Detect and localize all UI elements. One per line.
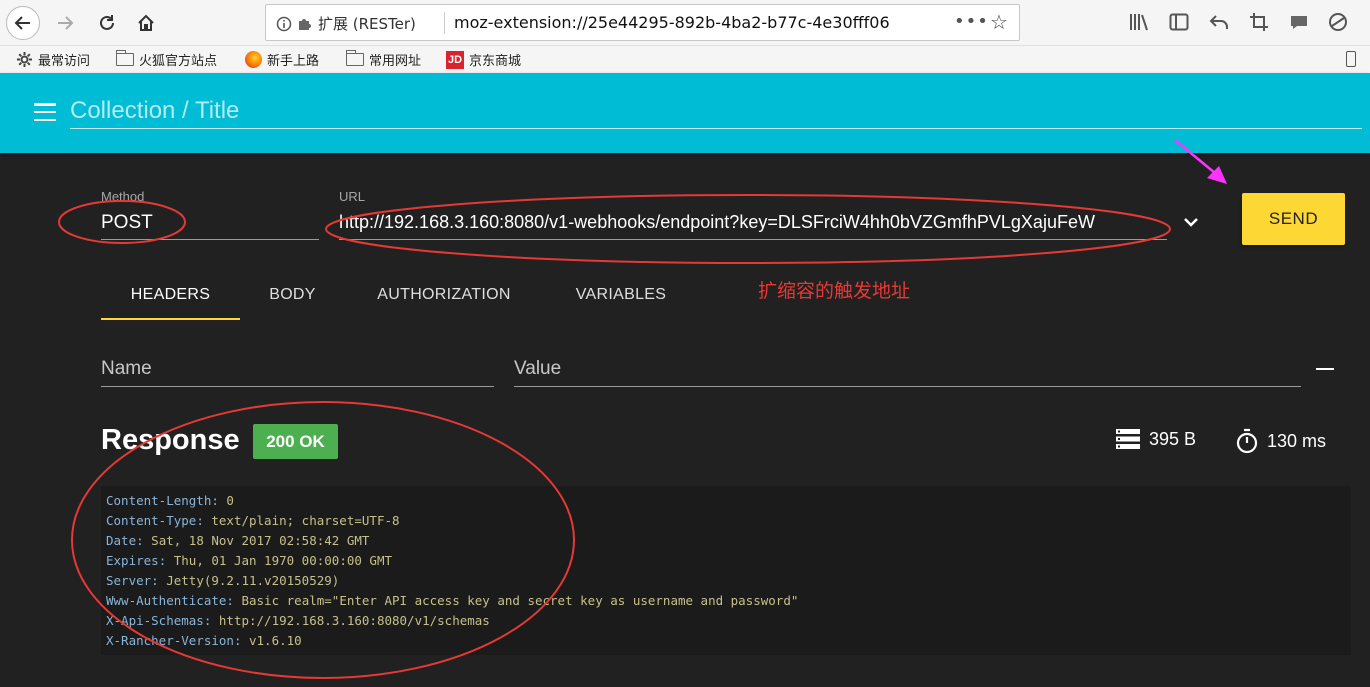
url-divider — [444, 12, 445, 34]
folder-icon — [345, 50, 364, 66]
home-icon — [138, 14, 154, 31]
response-header-line: Date: Sat, 18 Nov 2017 02:58:42 GMT — [106, 533, 370, 548]
header-value-underline — [514, 386, 1301, 387]
response-header-line: X-Rancher-Version: v1.6.10 — [106, 633, 302, 648]
chevron-down-icon[interactable] — [1180, 212, 1202, 232]
tab-headers[interactable]: HEADERS — [101, 270, 240, 320]
response-time: 130 ms — [1235, 428, 1326, 454]
header-name-input[interactable]: Name — [101, 358, 152, 380]
response-header-key: X-Api-Schemas — [106, 613, 204, 628]
app-header: Collection / Title — [0, 73, 1370, 153]
header-name-underline — [101, 386, 494, 387]
response-headers-panel: Content-Length: 0 Content-Type: text/plai… — [101, 486, 1351, 655]
bookmark-label: 火狐官方站点 — [139, 54, 218, 69]
response-header-value: 0 — [226, 493, 234, 508]
home-button[interactable] — [129, 6, 163, 40]
identity-label: 扩展 (RESTer) — [318, 15, 416, 33]
response-header-key: Date — [106, 533, 137, 548]
bookmark-getting-started[interactable]: 新手上路 — [245, 50, 319, 69]
bookmark-star-icon[interactable]: ☆ — [990, 10, 1008, 34]
response-header-line: X-Api-Schemas: http://192.168.3.160:8080… — [106, 613, 490, 628]
timer-icon — [1236, 428, 1258, 454]
url-label: URL — [339, 189, 366, 204]
chat-icon[interactable] — [1287, 10, 1311, 34]
bookmark-common-sites[interactable]: 常用网址 — [345, 50, 422, 69]
jd-icon: JD — [446, 50, 464, 69]
response-header-key: Expires — [106, 553, 159, 568]
remove-header-button[interactable] — [1316, 359, 1334, 379]
send-button[interactable]: SEND — [1242, 193, 1345, 245]
response-header-value: text/plain; charset=UTF-8 — [211, 513, 400, 528]
method-label: Method — [101, 189, 145, 204]
forward-button[interactable] — [48, 6, 82, 40]
response-header-value: Thu, 01 Jan 1970 00:00:00 GMT — [173, 553, 392, 568]
mobile-bookmarks-icon[interactable] — [1346, 51, 1356, 67]
extension-globe-icon[interactable] — [1326, 10, 1350, 34]
firefox-icon — [245, 51, 262, 68]
response-size: 395 B — [1115, 428, 1196, 450]
method-underline — [101, 239, 319, 240]
response-size-value: 395 B — [1149, 428, 1197, 449]
status-badge: 200 OK — [253, 424, 338, 459]
address-bar[interactable]: 扩展 (RESTer) moz-extension://25e44295-892… — [265, 4, 1020, 41]
tab-authorization[interactable]: AUTHORIZATION — [345, 270, 543, 320]
response-header-line: Expires: Thu, 01 Jan 1970 00:00:00 GMT — [106, 553, 392, 568]
response-header-line: Content-Type: text/plain; charset=UTF-8 — [106, 513, 400, 528]
bookmark-most-visited[interactable]: 最常访问 — [16, 50, 90, 69]
tab-variables[interactable]: VARIABLES — [543, 270, 699, 320]
undo-icon[interactable] — [1207, 10, 1231, 34]
header-value-input[interactable]: Value — [514, 358, 561, 380]
response-header-value: Sat, 18 Nov 2017 02:58:42 GMT — [151, 533, 370, 548]
response-header-key: Server — [106, 573, 152, 588]
arrow-left-icon — [14, 16, 30, 30]
identity-box[interactable]: 扩展 (RESTer) — [276, 13, 416, 34]
folder-icon — [115, 50, 134, 66]
active-tab-indicator — [101, 318, 240, 320]
response-header-key: X-Rancher-Version — [106, 633, 234, 648]
crop-icon[interactable] — [1247, 10, 1271, 34]
response-header-value: http://192.168.3.160:8080/v1/schemas — [218, 613, 490, 628]
url-input[interactable]: http://192.168.3.160:8080/v1-webhooks/en… — [339, 212, 1167, 233]
menu-icon[interactable] — [34, 103, 56, 121]
reload-icon — [100, 15, 114, 30]
url-underline — [339, 239, 1167, 240]
response-header-value: v1.6.10 — [249, 633, 302, 648]
method-select[interactable]: POST — [101, 212, 153, 234]
page-actions-button[interactable]: ••• — [954, 11, 989, 32]
tab-body[interactable]: BODY — [240, 270, 345, 320]
browser-toolbar: 扩展 (RESTer) moz-extension://25e44295-892… — [0, 0, 1370, 46]
storage-icon — [1116, 429, 1140, 449]
bookmarks-toolbar: 最常访问 火狐官方站点 新手上路 常用网址 JD 京东商城 — [0, 46, 1370, 73]
bookmark-jd[interactable]: JD 京东商城 — [446, 50, 521, 69]
bookmark-label: 常用网址 — [369, 54, 422, 69]
back-button[interactable] — [6, 6, 40, 40]
response-time-value: 130 ms — [1267, 430, 1327, 451]
annotation-note: 扩缩容的触发地址 — [758, 280, 911, 302]
library-icon[interactable] — [1128, 10, 1152, 34]
response-header-value: Basic realm="Enter API access key and se… — [241, 593, 799, 608]
puzzle-icon — [299, 18, 311, 30]
arrow-right-icon — [58, 16, 74, 30]
response-header-value: Jetty(9.2.11.v20150529) — [166, 573, 340, 588]
response-title: Response — [101, 424, 240, 456]
bookmark-label: 京东商城 — [469, 54, 522, 69]
info-icon — [276, 16, 292, 31]
reload-button[interactable] — [90, 6, 124, 40]
sidebar-icon[interactable] — [1167, 10, 1191, 34]
arrow-head-annotation — [1207, 166, 1227, 184]
response-header-line: Www-Authenticate: Basic realm="Enter API… — [106, 593, 799, 608]
bookmark-label: 新手上路 — [267, 54, 320, 69]
bookmark-firefox-official[interactable]: 火狐官方站点 — [115, 50, 218, 69]
collection-title-input[interactable]: Collection / Title — [70, 95, 1362, 129]
response-header-line: Server: Jetty(9.2.11.v20150529) — [106, 573, 340, 588]
response-header-key: Www-Authenticate — [106, 593, 227, 608]
gear-icon — [17, 52, 32, 67]
minus-icon — [1316, 367, 1334, 371]
response-header-line: Content-Length: 0 — [106, 493, 234, 508]
url-text[interactable]: moz-extension://25e44295-892b-4ba2-b77c-… — [454, 13, 929, 32]
bookmark-label: 最常访问 — [38, 54, 91, 69]
response-header-key: Content-Type — [106, 513, 197, 528]
response-header-key: Content-Length — [106, 493, 212, 508]
